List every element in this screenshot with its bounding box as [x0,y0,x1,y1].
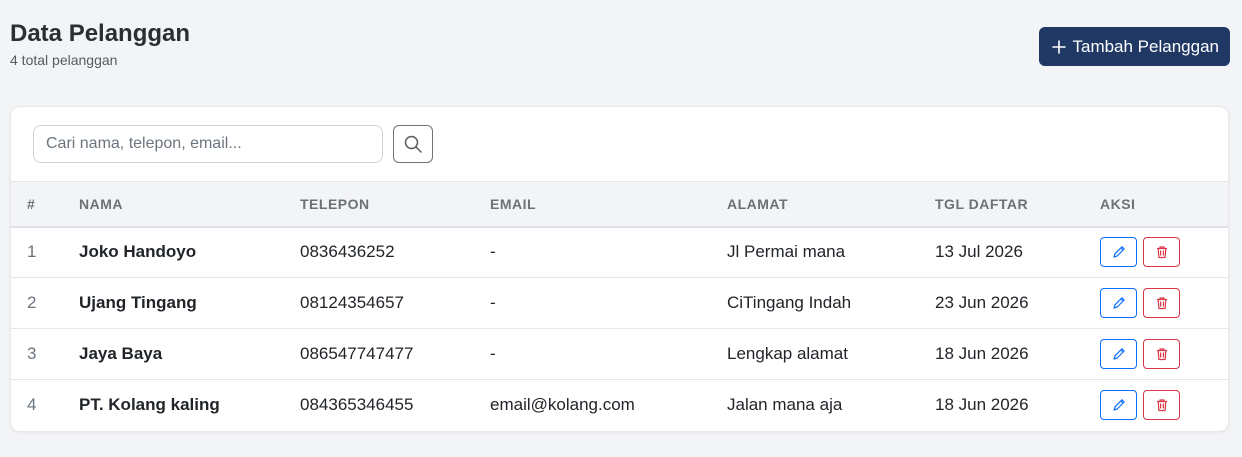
search-button[interactable] [393,125,433,163]
add-customer-button[interactable]: Tambah Pelanggan [1039,27,1230,66]
search-icon [404,135,422,153]
pencil-icon [1112,246,1125,258]
table-row: 1 Joko Handoyo 0836436252 - Jl Permai ma… [11,227,1228,278]
customer-email: - [490,242,496,262]
customer-card: # NAMA TELEPON EMAIL ALAMAT TGL DAFTAR A… [10,106,1229,432]
page-title: Data Pelanggan [10,20,191,47]
pencil-icon [1112,348,1125,360]
customer-phone: 08124354657 [300,293,405,312]
trash-icon [1156,297,1167,310]
customer-table: # NAMA TELEPON EMAIL ALAMAT TGL DAFTAR A… [11,181,1228,431]
column-header-number: # [11,181,79,228]
row-actions [1100,227,1228,278]
column-header-name: NAMA [79,181,300,228]
title-block: Data Pelanggan 4 total pelanggan [10,18,190,68]
row-actions [1100,380,1228,431]
row-number: 3 [27,344,37,363]
search-bar [33,125,433,163]
customer-register-date: 18 Jun 2026 [935,344,1029,363]
customer-phone: 0836436252 [300,242,395,262]
customer-address: Jalan mana aja [727,395,843,415]
customer-name: PT. Kolang kaling [79,395,220,415]
edit-button[interactable] [1100,288,1137,318]
trash-icon [1156,399,1167,412]
customer-address: CiTingang Indah [727,293,852,312]
add-customer-label: Tambah Pelanggan [1072,36,1219,56]
table-row: 3 Jaya Baya 086547747477 - Lengkap alama… [11,329,1228,380]
row-actions [1100,329,1228,380]
table-row: 4 PT. Kolang kaling 084365346455 email@k… [11,380,1228,431]
row-number: 4 [27,395,37,415]
table-header-row: # NAMA TELEPON EMAIL ALAMAT TGL DAFTAR A… [11,181,1228,228]
customer-name: Joko Handoyo [79,242,197,262]
pencil-icon [1112,297,1125,309]
delete-button[interactable] [1143,339,1180,369]
plus-icon [1052,39,1067,54]
delete-button[interactable] [1143,237,1180,268]
customer-phone: 084365346455 [300,395,414,415]
column-header-actions: AKSI [1100,181,1228,228]
column-header-phone: TELEPON [300,181,490,228]
customer-email: - [490,344,496,363]
column-header-email: EMAIL [490,181,727,228]
customer-email: - [490,293,496,312]
edit-button[interactable] [1100,390,1137,421]
row-number: 1 [27,242,37,262]
customer-name: Ujang Tingang [79,293,197,312]
trash-icon [1156,246,1167,259]
customer-phone: 086547747477 [300,344,414,363]
search-input[interactable] [33,125,383,163]
edit-button[interactable] [1100,237,1137,268]
trash-icon [1156,348,1167,361]
customer-address: Lengkap alamat [727,344,848,363]
column-header-address: ALAMAT [727,181,935,228]
customer-address: Jl Permai mana [727,242,846,262]
pencil-icon [1112,399,1125,411]
customer-register-date: 13 Jul 2026 [935,242,1023,262]
row-number: 2 [27,293,37,312]
customer-name: Jaya Baya [79,344,163,363]
row-actions [1100,278,1228,329]
table-row: 2 Ujang Tingang 08124354657 - CiTingang … [11,278,1228,329]
column-header-register-date: TGL DAFTAR [935,181,1100,228]
customer-register-date: 23 Jun 2026 [935,293,1029,312]
delete-button[interactable] [1143,288,1180,318]
customer-register-date: 18 Jun 2026 [935,395,1029,415]
edit-button[interactable] [1100,339,1137,369]
customer-count: 4 total pelanggan [10,52,118,68]
page-header: Data Pelanggan 4 total pelanggan Tambah … [10,18,1230,68]
delete-button[interactable] [1143,390,1180,421]
customer-email: email@kolang.com [490,395,635,415]
